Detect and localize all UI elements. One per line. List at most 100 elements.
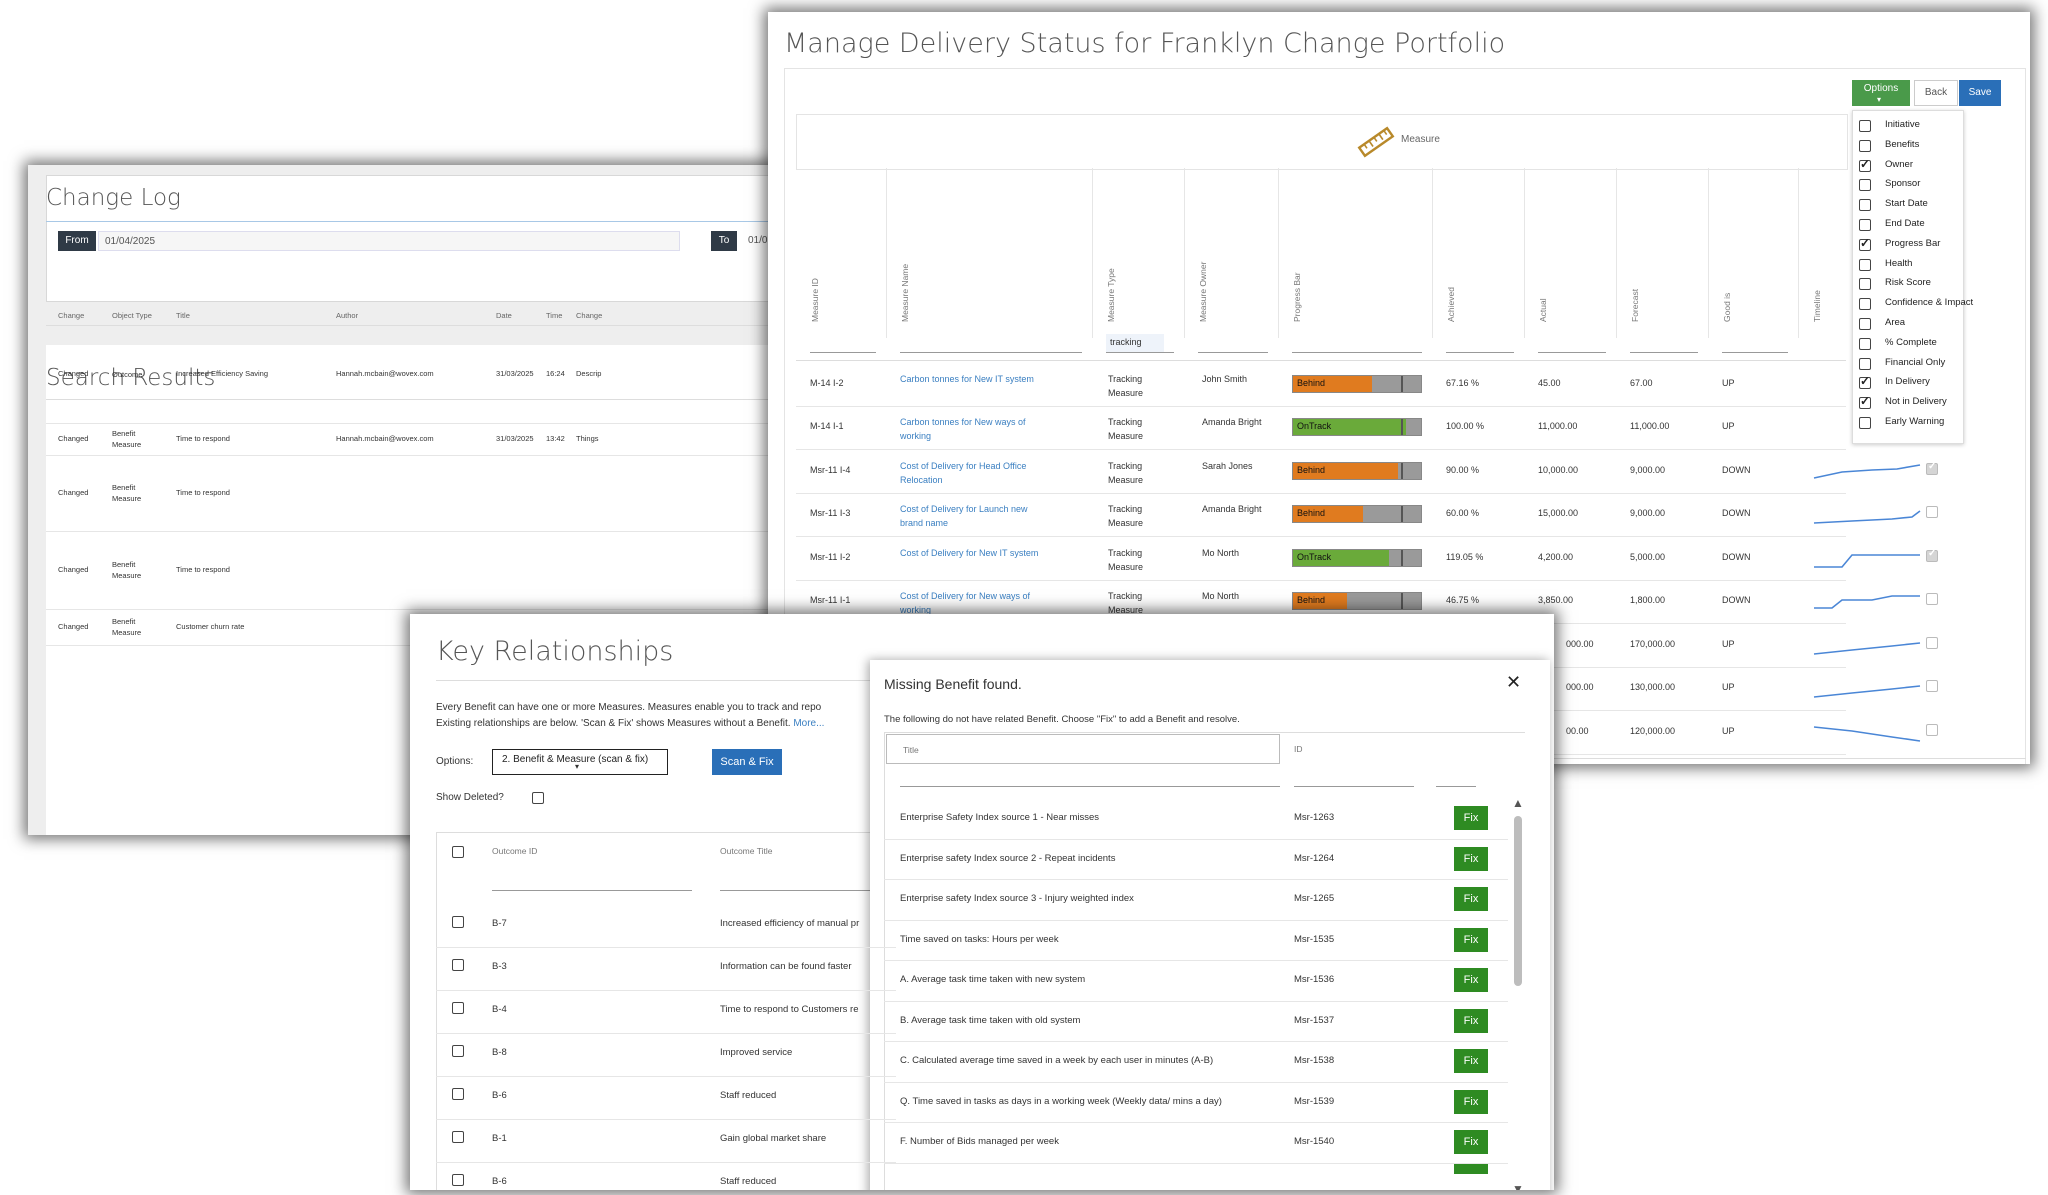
table-row[interactable]: Changed Benefit Measure Time to respond Han… [46, 423, 788, 456]
more-link[interactable]: More... [793, 718, 824, 729]
checkbox[interactable] [1859, 318, 1871, 330]
scroll-thumb[interactable] [1514, 816, 1522, 986]
fix-button[interactable]: Fix [1454, 1008, 1488, 1033]
action-filter[interactable] [1436, 786, 1476, 787]
options-menu-item[interactable]: Health [1859, 256, 1959, 274]
title-filter[interactable] [900, 786, 1280, 787]
row-checkbox[interactable] [1926, 680, 1938, 693]
options-button[interactable]: Options ▾ [1852, 80, 1910, 106]
row-checkbox[interactable] [452, 1174, 464, 1186]
options-menu-item[interactable]: Progress Bar [1859, 236, 1959, 254]
measure-name-link[interactable]: Carbon tonnes for New IT system [900, 372, 1050, 386]
column-filter[interactable] [1722, 352, 1788, 353]
table-row[interactable]: Changed Benefit Measure Time to respond [46, 455, 788, 532]
table-row[interactable]: B-6 Staff reduced [436, 1162, 896, 1190]
fix-button[interactable] [1454, 1164, 1488, 1174]
checkbox[interactable] [1859, 120, 1871, 132]
fix-button[interactable]: Fix [1454, 806, 1488, 830]
checked-checkbox[interactable] [1859, 157, 1871, 172]
column-filter[interactable] [810, 352, 876, 353]
options-menu-item[interactable]: Area [1859, 315, 1959, 333]
column-filter[interactable] [1198, 352, 1268, 353]
close-icon[interactable]: ✕ [1506, 672, 1521, 693]
table-row[interactable]: Msr-11 I-3 Cost of Delivery for Launch ne… [796, 493, 1938, 537]
checkbox[interactable] [1859, 337, 1871, 350]
options-menu-item[interactable]: Not in Delivery [1859, 394, 1959, 412]
row-checkbox[interactable] [452, 1045, 464, 1057]
options-menu-item[interactable]: Benefits [1859, 137, 1959, 155]
table-row[interactable]: Time saved on tasks: Hours per week Msr-1… [884, 920, 1508, 961]
column-filter[interactable] [1106, 352, 1174, 353]
measure-name-link[interactable]: Cost of Delivery for New IT system [900, 546, 1050, 560]
fix-button[interactable]: Fix [1454, 1049, 1488, 1073]
options-menu-item[interactable]: % Complete [1859, 335, 1959, 353]
measure-name-link[interactable]: Cost of Delivery for Head Office Relocat… [900, 459, 1050, 487]
scroll-up-arrow[interactable]: ▲ [1512, 796, 1524, 810]
table-row[interactable]: B-8 Improved service [436, 1033, 896, 1077]
fix-button[interactable]: Fix [1454, 968, 1488, 992]
table-row[interactable]: Changed Benefit Measure Time to respond [46, 531, 788, 610]
to-date-value[interactable]: 01/0 [748, 235, 767, 246]
table-row[interactable]: B-6 Staff reduced [436, 1076, 896, 1120]
options-menu-item[interactable]: Confidence & Impact [1859, 295, 1973, 313]
row-checkbox[interactable] [452, 916, 464, 928]
fix-button[interactable]: Fix [1454, 887, 1488, 911]
options-menu-item[interactable]: Sponsor [1859, 176, 1959, 194]
column-filter[interactable] [900, 352, 1082, 353]
column-filter[interactable] [1446, 352, 1514, 353]
scroll-down-arrow[interactable]: ▼ [1512, 1182, 1524, 1190]
table-row[interactable]: B-4 Time to respond to Customers re [436, 990, 896, 1034]
row-checkbox[interactable] [452, 1088, 464, 1100]
measure-type-filter-value[interactable]: tracking [1106, 334, 1164, 352]
checked-checkbox[interactable] [1859, 236, 1871, 251]
scan-fix-button[interactable]: Scan & Fix [712, 749, 782, 775]
row-checkbox[interactable] [452, 1002, 464, 1014]
row-checkbox[interactable] [1926, 723, 1938, 736]
from-date-input[interactable] [98, 231, 680, 251]
column-filter[interactable] [1292, 352, 1422, 353]
options-menu-item[interactable]: Risk Score [1859, 275, 1959, 293]
table-row[interactable]: Q. Time saved in tasks as days in a work… [884, 1082, 1508, 1123]
options-menu-item[interactable]: Owner [1859, 157, 1959, 175]
table-row[interactable]: B-7 Increased efficiency of manual pr [436, 904, 896, 948]
checkbox[interactable] [1859, 417, 1871, 429]
table-row[interactable]: M-14 I-1 Carbon tonnes for New ways of wo… [796, 406, 1846, 450]
fix-button[interactable]: Fix [1454, 1130, 1488, 1154]
options-menu-item[interactable]: Early Warning [1859, 414, 1959, 432]
outcome-id-filter[interactable] [492, 890, 692, 891]
table-row[interactable]: Enterprise Safety Index source 1 - Near … [884, 798, 1508, 840]
dialog-scrollbar[interactable]: ▲ ▼ [1510, 796, 1526, 1190]
row-checkbox[interactable] [452, 1131, 464, 1143]
row-checkbox[interactable] [1926, 593, 1938, 606]
checkbox[interactable] [1859, 298, 1871, 311]
table-row[interactable]: F. Number of Bids managed per week Msr-15… [884, 1122, 1508, 1164]
options-select[interactable]: 2. Benefit & Measure (scan & fix) ▾ [492, 749, 668, 775]
row-checkbox[interactable] [1926, 506, 1938, 519]
table-row[interactable]: C. Calculated average time saved in a we… [884, 1041, 1508, 1083]
show-deleted-checkbox[interactable] [532, 792, 544, 804]
table-row[interactable]: Enterprise safety Index source 2 - Repea… [884, 839, 1508, 880]
checkbox[interactable] [1859, 357, 1871, 370]
options-menu-item[interactable]: Financial Only [1859, 355, 1959, 373]
back-button[interactable]: Back [1914, 80, 1958, 106]
table-row[interactable]: Msr-11 I-2 Cost of Delivery for New IT sy… [796, 536, 1938, 581]
row-checkbox[interactable] [1926, 636, 1938, 649]
table-row[interactable]: M-14 I-2 Carbon tonnes for New IT system T… [796, 362, 1846, 407]
checkbox[interactable] [1859, 219, 1871, 231]
column-filter[interactable] [1538, 352, 1606, 353]
save-button[interactable]: Save [1959, 80, 2001, 106]
select-all-checkbox[interactable] [452, 846, 464, 858]
options-menu-item[interactable]: Initiative [1859, 117, 1959, 135]
table-row[interactable]: A. Average task time taken with new syst… [884, 960, 1508, 1002]
checkbox[interactable] [1859, 139, 1871, 152]
checkbox[interactable] [1859, 179, 1871, 192]
row-checkbox[interactable] [452, 959, 464, 971]
fix-button[interactable]: Fix [1454, 846, 1488, 871]
options-menu-item[interactable]: End Date [1859, 216, 1959, 234]
measure-name-link[interactable]: Cost of Delivery for Launch new brand na… [900, 502, 1050, 530]
checkbox[interactable] [1859, 278, 1871, 291]
measure-name-link[interactable]: Carbon tonnes for New ways of working [900, 415, 1050, 443]
checkbox[interactable] [1859, 199, 1871, 212]
options-menu-item[interactable]: In Delivery [1859, 374, 1959, 392]
table-row[interactable]: Changed Outcome Increased Efficiency Savin… [46, 325, 788, 424]
